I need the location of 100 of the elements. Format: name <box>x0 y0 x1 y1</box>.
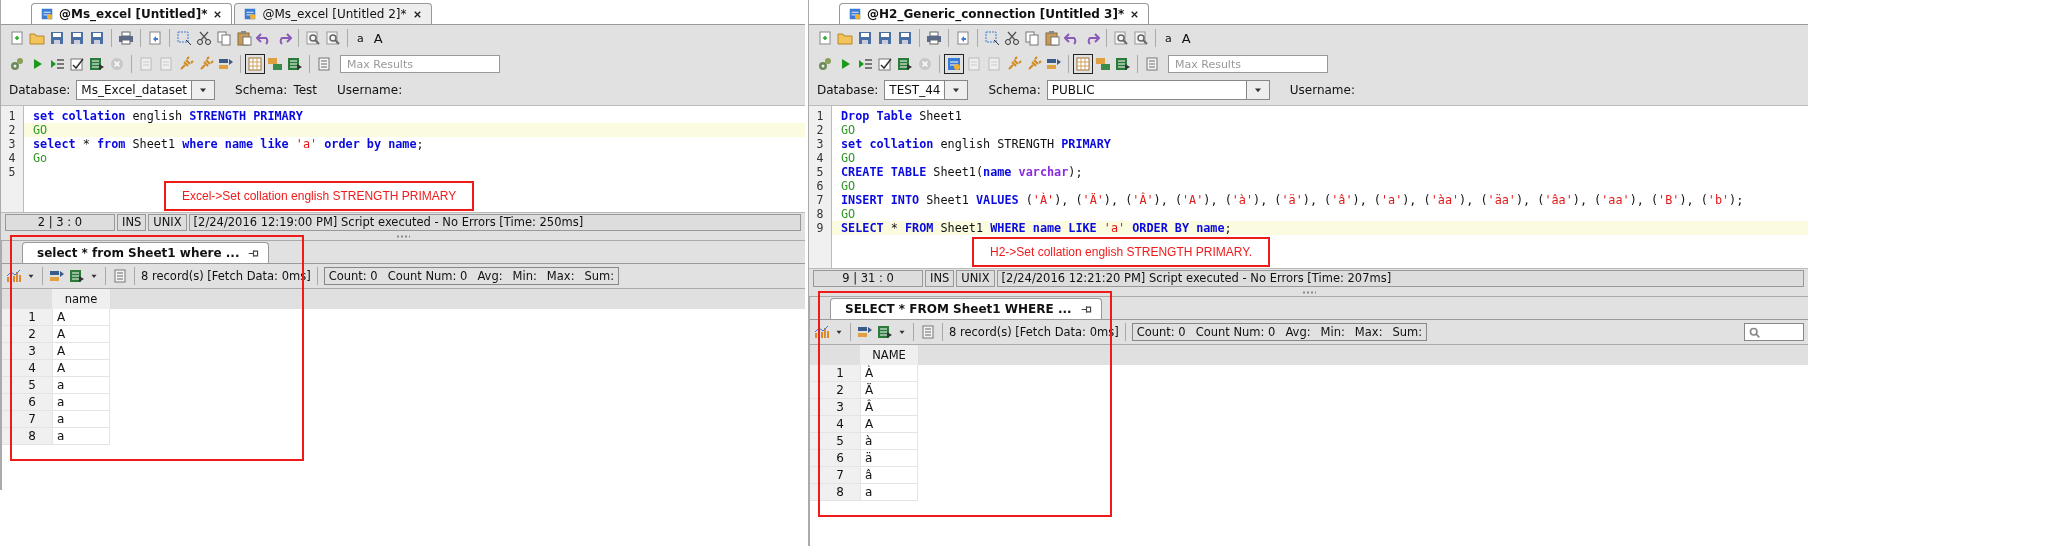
line-ending: UNIX <box>956 270 995 287</box>
dropdown[interactable]: Ms_Excel_dataset <box>76 80 216 100</box>
editor-tab[interactable]: @H2_Generic_connection [Untitled 3]* <box>839 3 1150 24</box>
code-line: select * from Sheet1 where name like 'a' order by name; <box>32 137 425 151</box>
floppy-icon[interactable] <box>857 30 873 46</box>
table-cell: ä <box>860 450 918 467</box>
search-field[interactable] <box>1744 323 1804 341</box>
code-line: GO <box>840 179 857 193</box>
database-icon[interactable] <box>946 56 962 72</box>
max-results-field[interactable]: Max Results <box>340 55 500 73</box>
copy-icon[interactable] <box>216 30 232 46</box>
layers-icon[interactable] <box>1046 56 1062 72</box>
scissors-icon[interactable] <box>196 30 212 46</box>
editor-tab[interactable]: @Ms_excel [Untitled]* <box>31 3 233 24</box>
stat-label: Avg: <box>477 269 503 283</box>
layers-icon[interactable] <box>218 56 234 72</box>
printer-icon[interactable] <box>118 30 134 46</box>
find-icon[interactable] <box>1113 30 1129 46</box>
code-line: GO <box>840 151 857 165</box>
layers-icon[interactable] <box>49 268 65 284</box>
column-header[interactable]: NAME <box>860 345 919 365</box>
code-line: set collation english STRENGTH PRIMARY <box>32 109 304 123</box>
find-icon[interactable] <box>305 30 321 46</box>
splitter-grip[interactable] <box>396 234 410 238</box>
clipboard-icon[interactable] <box>1044 30 1060 46</box>
username-label: Username: <box>337 83 403 97</box>
export-icon[interactable] <box>69 268 85 284</box>
annotation-note: H2->Set collation english STRENGTH PRIMARY. <box>972 237 1270 267</box>
scissors-icon[interactable] <box>1004 30 1020 46</box>
floppy-icon[interactable] <box>69 30 85 46</box>
row-number: 3 <box>810 399 860 416</box>
font-size-button[interactable]: A <box>1178 30 1194 46</box>
stat-label: Max: <box>1354 325 1383 339</box>
line-number: 8 <box>815 207 825 221</box>
script-icon[interactable] <box>920 324 936 340</box>
new-file-icon[interactable] <box>9 30 25 46</box>
stat-label: Count Num: 0 <box>387 269 468 283</box>
export-icon[interactable] <box>1115 56 1131 72</box>
line-number: 1 <box>7 109 17 123</box>
result-tab[interactable]: SELECT * FROM Sheet1 WHERE ... <box>830 298 1102 319</box>
floppy-icon[interactable] <box>897 30 913 46</box>
font-size-button[interactable]: A <box>370 30 386 46</box>
dropdown[interactable]: TEST_44 <box>884 80 969 100</box>
check-document-icon[interactable] <box>69 56 85 72</box>
grid-icon[interactable] <box>1075 56 1091 72</box>
insert-mode: INS <box>117 214 147 231</box>
table-cell: Â <box>860 399 918 416</box>
stat-label: Avg: <box>1285 325 1311 339</box>
new-file-icon[interactable] <box>817 30 833 46</box>
code-line: GO <box>840 207 857 221</box>
font-size-button[interactable]: a <box>1162 31 1175 45</box>
table-cell: A <box>52 360 110 377</box>
grid-icon[interactable] <box>247 56 263 72</box>
plug-icon[interactable] <box>1006 56 1022 72</box>
editor-tab[interactable]: @Ms_excel [Untitled 2]* <box>234 3 432 24</box>
layers-icon[interactable] <box>857 324 873 340</box>
script-icon[interactable] <box>1144 56 1160 72</box>
result-tab[interactable]: select * from Sheet1 where ... <box>22 242 270 263</box>
row-number: 1 <box>810 365 860 382</box>
script-icon[interactable] <box>316 56 332 72</box>
line-number: 1 <box>815 109 825 123</box>
find-icon[interactable] <box>325 30 341 46</box>
row-number: 8 <box>2 428 52 445</box>
table-cell: A <box>52 309 110 326</box>
line-number: 2 <box>815 123 825 137</box>
export-icon[interactable] <box>89 56 105 72</box>
splitter-grip[interactable] <box>1301 290 1316 294</box>
line-number: 3 <box>7 137 17 151</box>
line-number: 9 <box>815 221 825 235</box>
column-header[interactable]: name <box>52 289 111 309</box>
font-size-button[interactable]: a <box>354 31 367 45</box>
plug-icon[interactable] <box>198 56 214 72</box>
row-number: 2 <box>2 326 52 343</box>
table-cell: A <box>52 343 110 360</box>
dropdown[interactable]: PUBLIC <box>1046 80 1270 100</box>
code-line: Drop Table Sheet1 <box>840 109 963 123</box>
plug-icon[interactable] <box>178 56 194 72</box>
username-label: Username: <box>1289 83 1355 97</box>
table-cell: a <box>52 428 110 445</box>
max-results-field[interactable]: Max Results <box>1168 55 1328 73</box>
cursor-position: 9 | 31 : 0 <box>813 270 923 287</box>
floppy-icon[interactable] <box>877 30 893 46</box>
stat-label: Min: <box>1320 325 1345 339</box>
export-icon[interactable] <box>877 324 893 340</box>
code-line: GO <box>840 123 857 137</box>
clipboard-icon[interactable] <box>236 30 252 46</box>
copy-icon[interactable] <box>1024 30 1040 46</box>
plug-icon[interactable] <box>1026 56 1042 72</box>
row-number: 3 <box>2 343 52 360</box>
export-icon[interactable] <box>897 56 913 72</box>
printer-icon[interactable] <box>926 30 942 46</box>
find-icon[interactable] <box>1133 30 1149 46</box>
row-number: 8 <box>810 484 860 501</box>
script-icon[interactable] <box>112 268 128 284</box>
floppy-icon[interactable] <box>49 30 65 46</box>
export-icon[interactable] <box>287 56 303 72</box>
stat-label: Count Num: 0 <box>1195 325 1276 339</box>
floppy-icon[interactable] <box>89 30 105 46</box>
stat-label: Count: 0 <box>328 269 378 283</box>
check-document-icon[interactable] <box>877 56 893 72</box>
